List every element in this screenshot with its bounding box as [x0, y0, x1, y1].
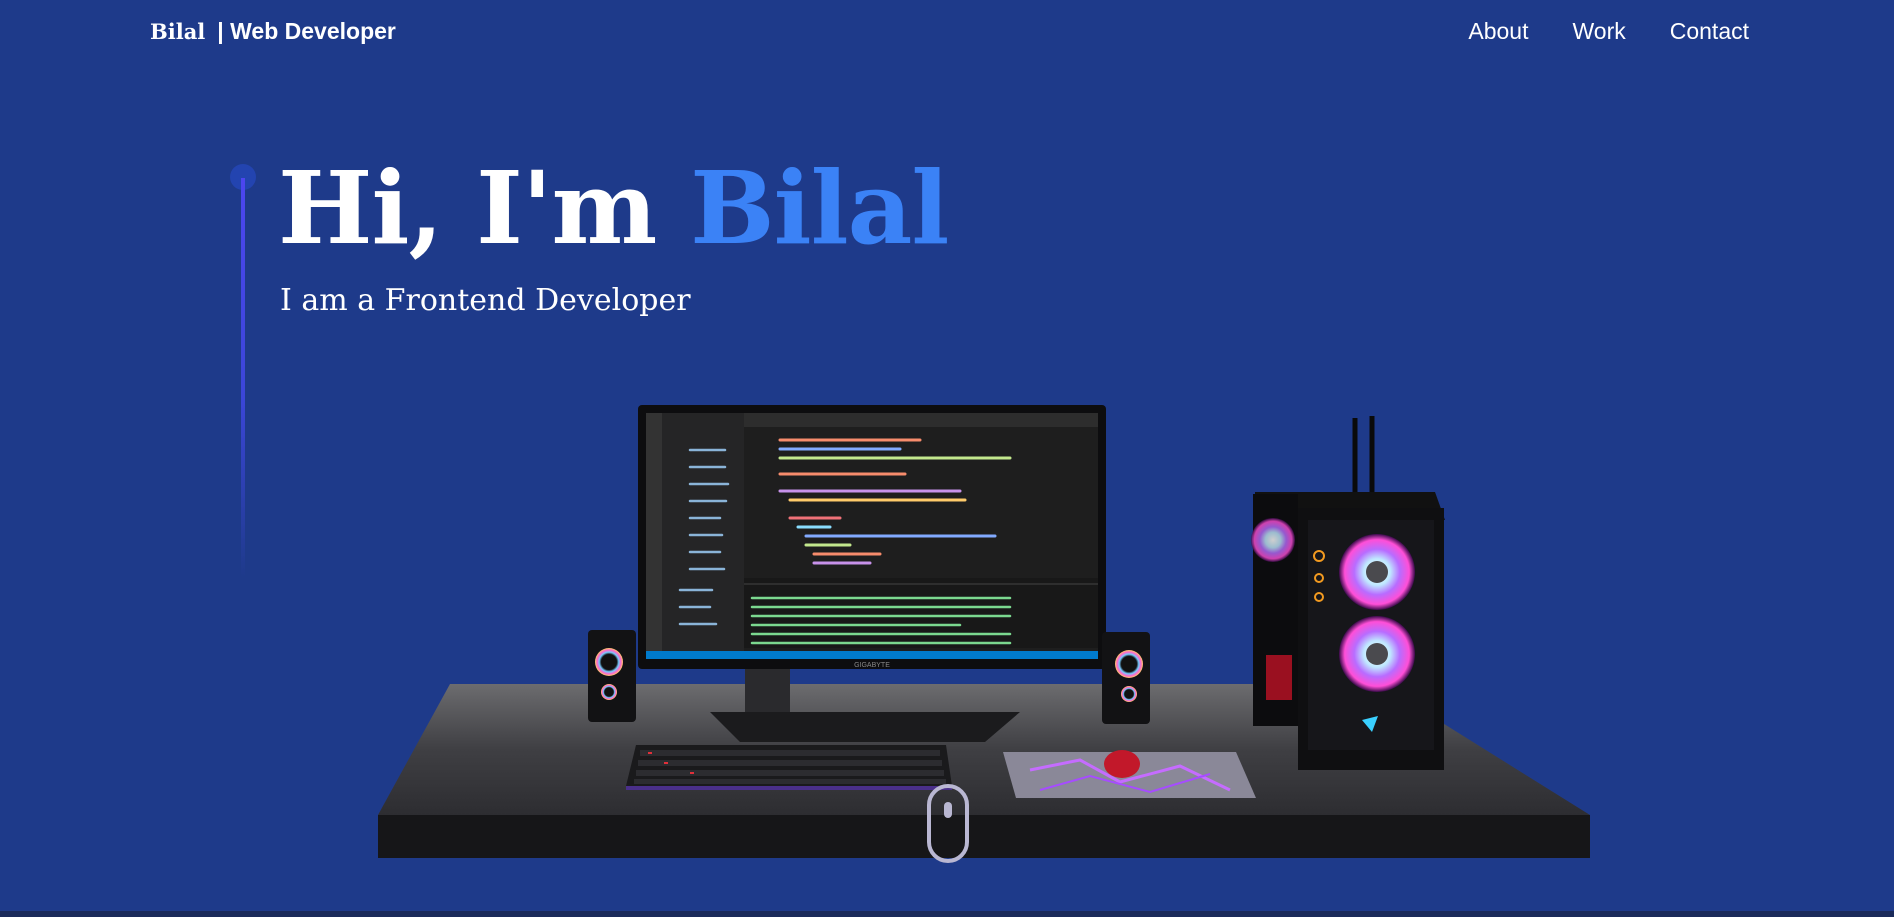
scroll-dot	[944, 802, 952, 818]
desk-setup-3d-scene[interactable]: GIGABYTE	[0, 0, 1894, 917]
section-divider	[0, 911, 1894, 917]
monitor-brand-label: GIGABYTE	[854, 662, 890, 669]
pc-tower	[1251, 416, 1445, 770]
right-speaker	[1102, 632, 1150, 724]
computer-mouse	[1104, 750, 1140, 778]
keyboard	[626, 745, 952, 790]
left-speaker	[588, 630, 636, 722]
scroll-down-indicator[interactable]	[927, 784, 969, 863]
